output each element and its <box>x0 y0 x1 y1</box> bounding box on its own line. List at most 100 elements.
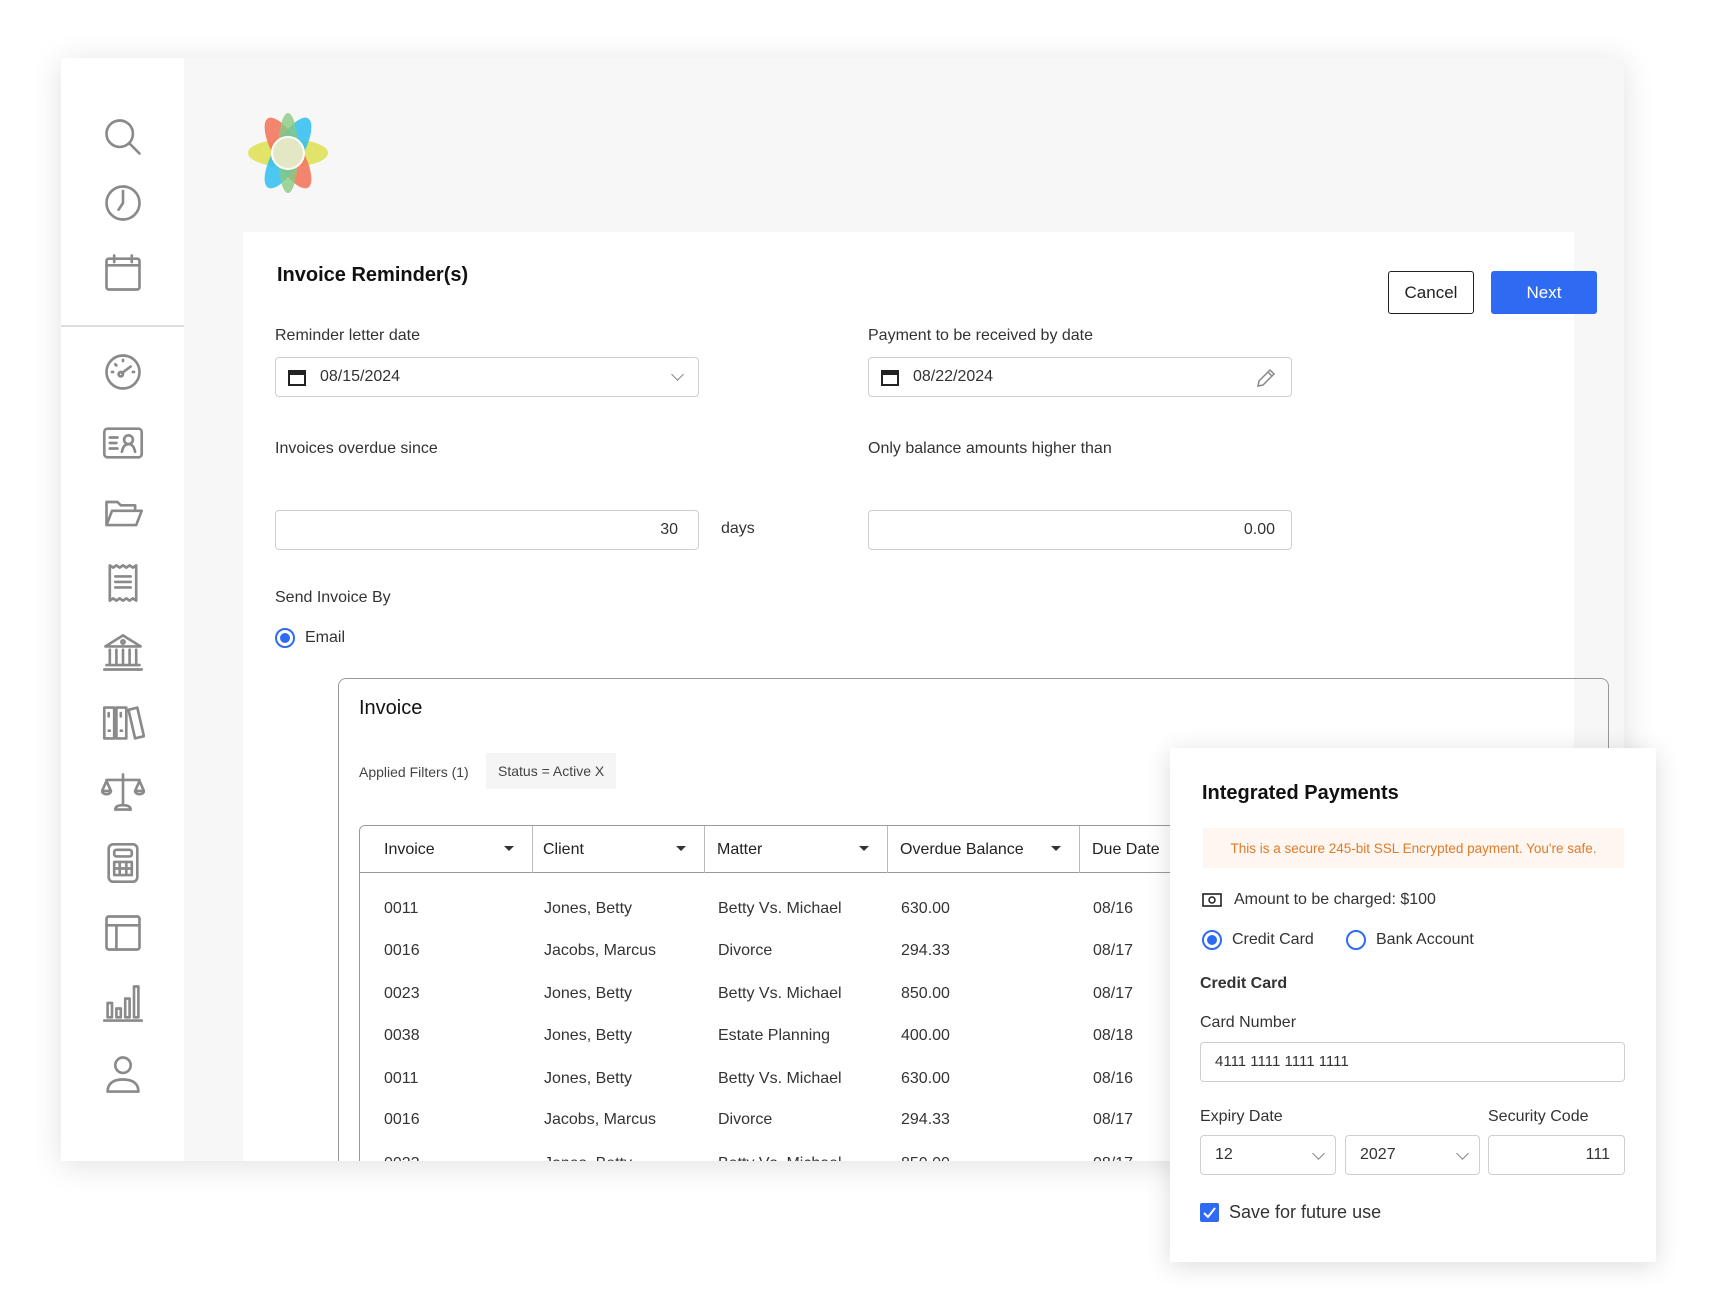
applied-filters-label: Applied Filters (1) <box>359 764 469 780</box>
pencil-edit-icon[interactable] <box>1255 367 1277 389</box>
search-icon[interactable] <box>101 115 145 159</box>
layout-icon[interactable] <box>101 911 145 955</box>
column-header-matter[interactable]: Matter <box>705 826 888 873</box>
bank-account-option[interactable]: Bank Account <box>1346 930 1474 950</box>
column-header-invoice[interactable]: Invoice <box>360 826 533 873</box>
expiry-month-value: 12 <box>1215 1146 1233 1163</box>
table-cell: 0038 <box>384 1027 420 1044</box>
sort-caret-icon <box>504 846 514 851</box>
filter-chip-status[interactable]: Status = Active X <box>486 753 617 789</box>
table-cell: Betty Vs. Michael <box>718 900 842 917</box>
overdue-days-value: 30 <box>660 521 678 538</box>
calendar-icon <box>881 370 899 386</box>
credit-card-radio[interactable] <box>1202 930 1222 950</box>
sort-caret-icon <box>1051 846 1061 851</box>
bank-account-radio[interactable] <box>1346 930 1366 950</box>
table-cell: 294.33 <box>901 942 950 959</box>
table-cell: Betty Vs. Michael <box>718 1070 842 1087</box>
secure-payment-notice: This is a secure 245-bit SSL Encrypted p… <box>1203 828 1624 868</box>
app-logo <box>246 111 330 195</box>
folder-icon[interactable] <box>101 491 145 535</box>
save-checkbox[interactable] <box>1200 1203 1219 1222</box>
column-label: Matter <box>717 840 763 858</box>
payment-date-field[interactable]: 08/22/2024 <box>868 357 1292 397</box>
dashboard-gauge-icon[interactable] <box>101 350 145 394</box>
invoice-section-title: Invoice <box>359 697 423 719</box>
table-cell: 0023 <box>384 985 420 1002</box>
table-cell: 850.00 <box>901 985 950 1002</box>
user-icon[interactable] <box>101 1052 145 1096</box>
calendar-icon <box>288 370 306 386</box>
table-cell: Jones, Betty <box>544 1027 633 1044</box>
books-icon[interactable] <box>101 701 146 745</box>
contact-card-icon[interactable] <box>101 421 145 465</box>
balance-threshold-input[interactable]: 0.00 <box>868 510 1292 550</box>
table-cell: 294.33 <box>901 1111 950 1128</box>
column-header-client[interactable]: Client <box>533 826 705 873</box>
column-label: Invoice <box>384 840 435 858</box>
table-cell: 0011 <box>384 1070 419 1087</box>
table-cell: Divorce <box>718 1111 773 1128</box>
clock-icon[interactable] <box>101 181 145 225</box>
column-label: Client <box>543 840 584 858</box>
reminder-date-value: 08/15/2024 <box>320 368 401 385</box>
credit-card-section-title: Credit Card <box>1200 975 1288 992</box>
sidebar <box>61 58 184 1161</box>
reminder-date-label: Reminder letter date <box>275 327 420 344</box>
email-radio[interactable] <box>275 628 295 648</box>
calendar-icon[interactable] <box>101 251 145 295</box>
balance-threshold-label: Only balance amounts higher than <box>868 440 1112 457</box>
column-header-overdue-balance[interactable]: Overdue Balance <box>888 826 1080 873</box>
amount-row: Amount to be charged: $100 <box>1202 891 1436 909</box>
security-code-input[interactable]: 111 <box>1488 1135 1625 1175</box>
expiry-date-label: Expiry Date <box>1200 1108 1283 1125</box>
expiry-year-select[interactable]: 2027 <box>1345 1135 1480 1175</box>
table-cell: 08/17 <box>1093 942 1134 959</box>
table-cell: Estate Planning <box>718 1027 831 1044</box>
email-radio-label: Email <box>305 629 346 646</box>
chevron-down-icon <box>1312 1147 1325 1160</box>
save-for-future-option[interactable]: Save for future use <box>1200 1202 1381 1223</box>
table-cell: 08/17 <box>1093 985 1134 1002</box>
table-cell: Betty Vs. Michael <box>718 1155 842 1161</box>
table-cell: 0016 <box>384 1111 420 1128</box>
column-label: Due Date <box>1092 840 1160 858</box>
next-button[interactable]: Next <box>1491 271 1597 314</box>
bank-account-radio-label: Bank Account <box>1376 931 1474 948</box>
payments-title: Integrated Payments <box>1202 782 1399 804</box>
card-number-value: 4111 1111 1111 1111 <box>1215 1053 1349 1070</box>
bank-icon[interactable] <box>101 631 145 675</box>
calculator-icon[interactable] <box>101 841 145 885</box>
sidebar-divider <box>61 325 184 327</box>
reminder-date-picker[interactable]: 08/15/2024 <box>275 357 699 397</box>
table-cell: 08/18 <box>1093 1027 1134 1044</box>
card-number-input[interactable]: 4111 1111 1111 1111 <box>1200 1042 1625 1082</box>
send-by-email-option[interactable]: Email <box>275 628 345 648</box>
cash-icon <box>1202 893 1222 907</box>
cancel-button[interactable]: Cancel <box>1388 271 1474 314</box>
overdue-days-input[interactable]: 30 <box>275 510 699 550</box>
table-cell: 08/17 <box>1093 1111 1134 1128</box>
table-cell: 0023 <box>384 1155 420 1161</box>
table-cell: 08/16 <box>1093 1070 1134 1087</box>
expiry-month-select[interactable]: 12 <box>1200 1135 1336 1175</box>
table-cell: 0011 <box>384 900 419 917</box>
security-code-value: 111 <box>1585 1146 1610 1163</box>
receipt-icon[interactable] <box>101 561 145 605</box>
credit-card-radio-label: Credit Card <box>1232 931 1314 948</box>
table-cell: Betty Vs. Michael <box>718 985 842 1002</box>
integrated-payments-panel: Integrated Payments This is a secure 245… <box>1170 748 1656 1262</box>
table-cell: 630.00 <box>901 1070 950 1087</box>
sort-caret-icon <box>859 846 869 851</box>
table-cell: 630.00 <box>901 900 950 917</box>
send-by-label: Send Invoice By <box>275 589 391 606</box>
scales-icon[interactable] <box>100 770 146 814</box>
bar-chart-icon[interactable] <box>101 981 145 1025</box>
days-unit-label: days <box>721 520 755 537</box>
payment-date-value: 08/22/2024 <box>913 368 994 385</box>
credit-card-option[interactable]: Credit Card <box>1202 930 1314 950</box>
table-cell: Jacobs, Marcus <box>544 942 657 959</box>
table-cell: Jacobs, Marcus <box>544 1111 657 1128</box>
table-cell: Divorce <box>718 942 773 959</box>
balance-threshold-value: 0.00 <box>1243 521 1275 538</box>
